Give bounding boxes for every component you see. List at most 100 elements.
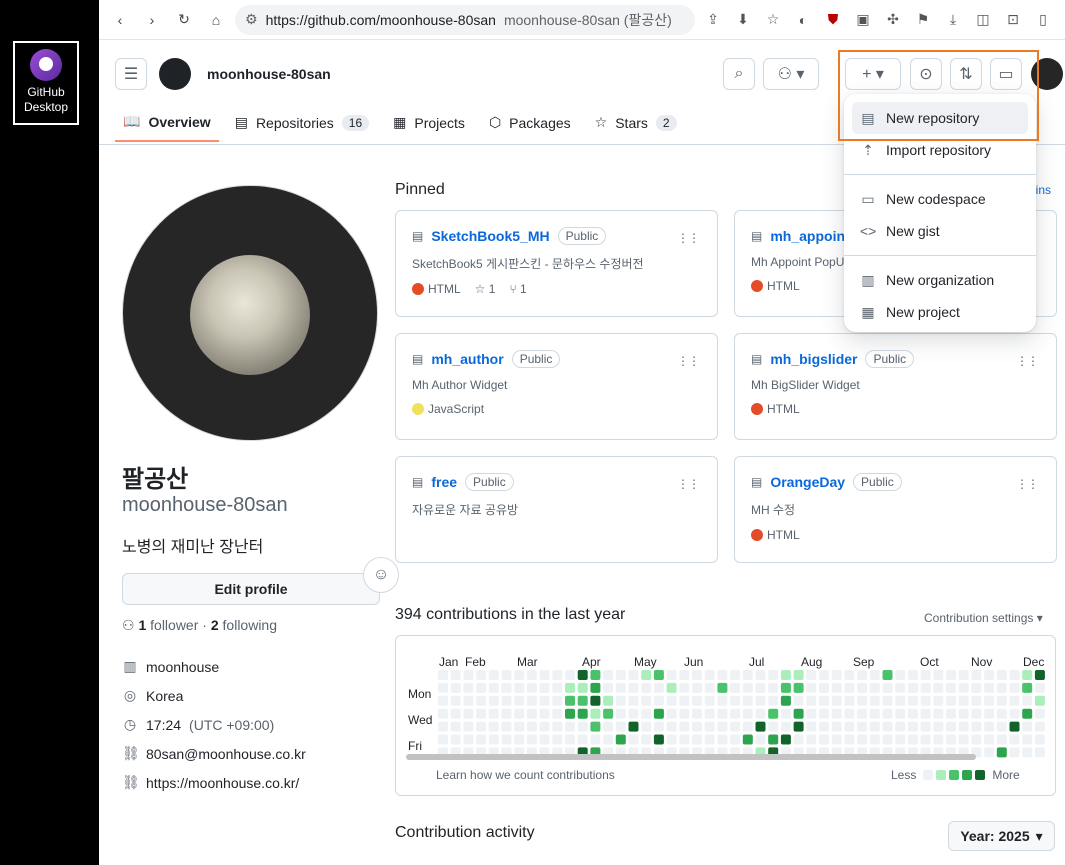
contribution-cell[interactable] xyxy=(603,734,614,745)
followers-link[interactable]: 1 follower xyxy=(138,617,198,633)
learn-contributions-link[interactable]: Learn how we count contributions xyxy=(436,768,615,782)
contribution-cell[interactable] xyxy=(641,721,652,732)
contribution-cell[interactable] xyxy=(806,708,817,719)
back-icon[interactable]: ‹ xyxy=(107,7,133,33)
contribution-cell[interactable] xyxy=(476,721,487,732)
contribution-cell[interactable] xyxy=(780,721,791,732)
contribution-cell[interactable] xyxy=(501,682,512,693)
contribution-cell[interactable] xyxy=(514,734,525,745)
contribution-cell[interactable] xyxy=(641,682,652,693)
contribution-cell[interactable] xyxy=(514,708,525,719)
contribution-cell[interactable] xyxy=(1034,682,1045,693)
contribution-cell[interactable] xyxy=(958,734,969,745)
tab-stars[interactable]: ☆ Stars 2 xyxy=(587,105,685,142)
contribution-cell[interactable] xyxy=(933,682,944,693)
contribution-cell[interactable] xyxy=(501,734,512,745)
contribution-cell[interactable] xyxy=(844,721,855,732)
contribution-cell[interactable] xyxy=(653,670,664,680)
contribution-cell[interactable] xyxy=(780,734,791,745)
contribution-cell[interactable] xyxy=(704,695,715,706)
contribution-cell[interactable] xyxy=(844,734,855,745)
contribution-cell[interactable] xyxy=(831,708,842,719)
contribution-cell[interactable] xyxy=(552,695,563,706)
contribution-cell[interactable] xyxy=(806,695,817,706)
contribution-cell[interactable] xyxy=(819,708,829,719)
contribution-cell[interactable] xyxy=(857,721,868,732)
contribution-cell[interactable] xyxy=(1009,682,1020,693)
contribution-cell[interactable] xyxy=(958,670,969,680)
contribution-cell[interactable] xyxy=(793,734,804,745)
contribution-cell[interactable] xyxy=(984,682,995,693)
repo-name-link[interactable]: mh_author xyxy=(431,351,503,367)
contribution-cell[interactable] xyxy=(984,708,995,719)
contribution-cell[interactable] xyxy=(1022,682,1033,693)
contribution-cell[interactable] xyxy=(488,708,499,719)
contribution-cell[interactable] xyxy=(488,734,499,745)
contribution-cell[interactable] xyxy=(501,695,512,706)
contribution-cell[interactable] xyxy=(806,734,817,745)
contribution-cell[interactable] xyxy=(641,695,652,706)
contribution-cell[interactable] xyxy=(869,670,880,680)
contribution-cell[interactable] xyxy=(730,721,741,732)
contribution-cell[interactable] xyxy=(895,670,906,680)
contribution-cell[interactable] xyxy=(514,721,525,732)
contribution-cell[interactable] xyxy=(514,670,525,680)
contribution-cell[interactable] xyxy=(653,682,664,693)
contribution-cell[interactable] xyxy=(958,721,969,732)
contribution-cell[interactable] xyxy=(501,670,512,680)
contribution-cell[interactable] xyxy=(692,695,702,706)
repo-name-link[interactable]: free xyxy=(431,474,457,490)
contribution-cell[interactable] xyxy=(844,682,855,693)
contribution-cell[interactable] xyxy=(984,670,995,680)
contribution-cell[interactable] xyxy=(1034,747,1045,758)
contribution-cell[interactable] xyxy=(1022,721,1033,732)
repo-name-link[interactable]: mh_appoin xyxy=(770,228,845,244)
contribution-cell[interactable] xyxy=(603,721,614,732)
contribution-cell[interactable] xyxy=(793,708,804,719)
address-bar[interactable]: ⚙ https://github.com/moonhouse-80san moo… xyxy=(235,4,695,35)
contribution-cell[interactable] xyxy=(831,721,842,732)
contribution-cell[interactable] xyxy=(476,670,487,680)
contribution-cell[interactable] xyxy=(907,682,918,693)
contribution-cell[interactable] xyxy=(971,708,982,719)
contribution-cell[interactable] xyxy=(653,734,664,745)
contribution-cell[interactable] xyxy=(704,721,715,732)
contribution-cell[interactable] xyxy=(996,734,1007,745)
contribution-cell[interactable] xyxy=(450,682,461,693)
contribution-cell[interactable] xyxy=(806,721,817,732)
contribution-cell[interactable] xyxy=(971,695,982,706)
contribution-cell[interactable] xyxy=(907,670,918,680)
contribution-cell[interactable] xyxy=(882,734,893,745)
contribution-cell[interactable] xyxy=(996,682,1007,693)
contribution-cell[interactable] xyxy=(895,708,906,719)
contribution-cell[interactable] xyxy=(946,708,956,719)
contribution-cell[interactable] xyxy=(526,708,537,719)
contribution-cell[interactable] xyxy=(793,721,804,732)
contribution-cell[interactable] xyxy=(869,734,880,745)
contribution-cell[interactable] xyxy=(628,695,639,706)
contribution-cell[interactable] xyxy=(552,708,563,719)
contribution-cell[interactable] xyxy=(996,708,1007,719)
github-desktop-shortcut[interactable]: GitHub Desktop xyxy=(13,41,79,125)
contribution-cell[interactable] xyxy=(946,670,956,680)
contribution-cell[interactable] xyxy=(768,670,779,680)
contribution-cell[interactable] xyxy=(565,670,575,680)
contribution-cell[interactable] xyxy=(869,695,880,706)
contribution-cell[interactable] xyxy=(476,734,487,745)
contribution-cell[interactable] xyxy=(755,670,766,680)
contribution-cell[interactable] xyxy=(641,734,652,745)
contribution-cell[interactable] xyxy=(488,682,499,693)
contribution-cell[interactable] xyxy=(768,734,779,745)
contribution-cell[interactable] xyxy=(806,682,817,693)
contribution-cell[interactable] xyxy=(831,670,842,680)
tab-repositories[interactable]: ▤ Repositories 16 xyxy=(227,105,377,142)
contribution-cell[interactable] xyxy=(450,708,461,719)
contribution-cell[interactable] xyxy=(539,721,550,732)
contribution-cell[interactable] xyxy=(692,708,702,719)
contribution-cell[interactable] xyxy=(1022,695,1033,706)
contribution-cell[interactable] xyxy=(526,721,537,732)
contribution-cell[interactable] xyxy=(628,682,639,693)
contribution-cell[interactable] xyxy=(920,708,931,719)
contribution-cell[interactable] xyxy=(882,708,893,719)
contribution-cell[interactable] xyxy=(971,721,982,732)
